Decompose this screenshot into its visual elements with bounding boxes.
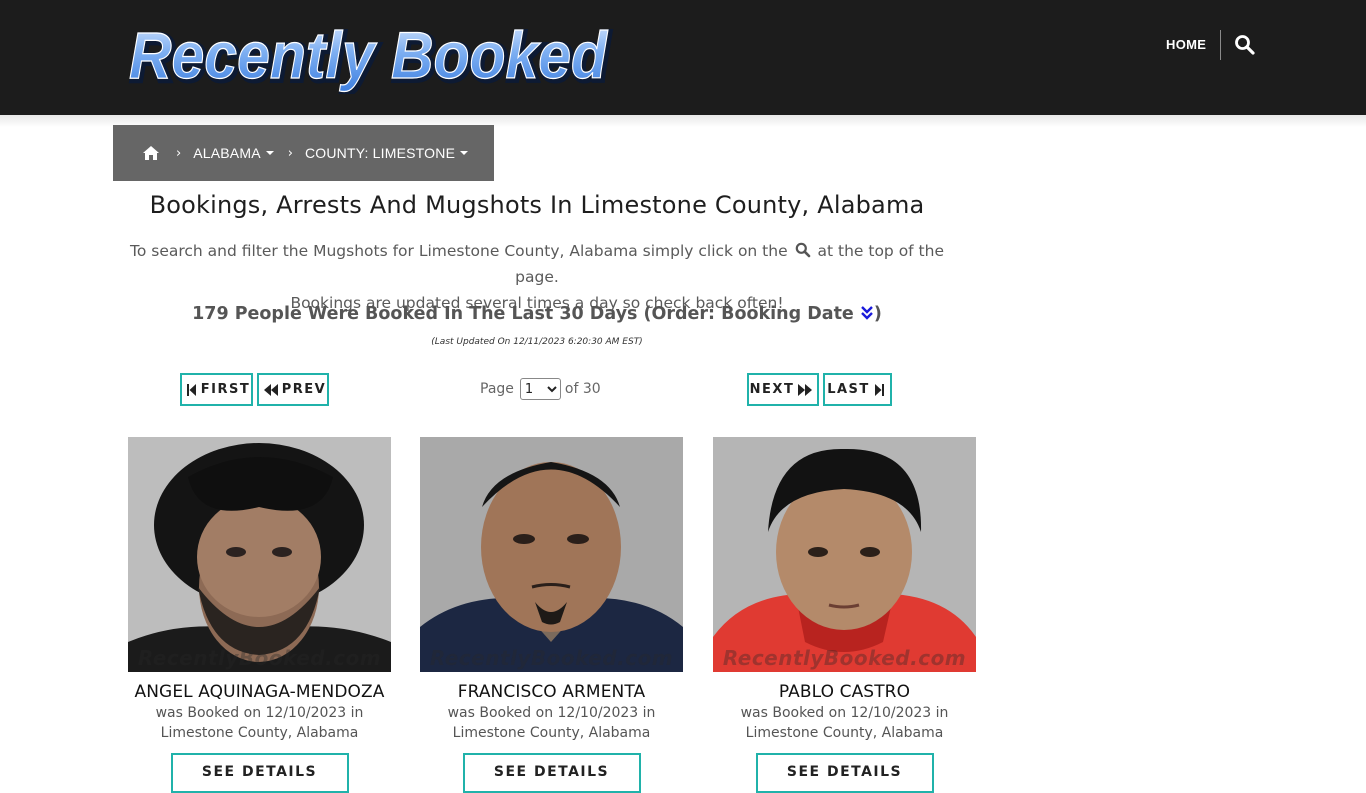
intro-text-part1: To search and filter the Mugshots for Li… <box>130 242 788 260</box>
page-select[interactable]: 1 <box>519 378 561 400</box>
nav-divider <box>1220 30 1221 60</box>
booking-date-line: was Booked on 12/10/2023 in <box>155 705 364 721</box>
booking-card: RecentlyBooked.com PABLO CASTRO was Book… <box>713 437 976 793</box>
prev-page-button[interactable]: PREV <box>257 373 329 406</box>
site-header: Recently Booked Recently Booked HOME <box>0 0 1366 115</box>
mugshot-photo[interactable]: RecentlyBooked.com <box>128 437 391 672</box>
booking-info: was Booked on 12/10/2023 in Limestone Co… <box>713 703 976 743</box>
caret-down-icon <box>460 151 469 155</box>
caret-down-icon <box>265 151 274 155</box>
rewind-icon <box>263 383 278 396</box>
booking-location-line: Limestone County, Alabama <box>452 725 651 741</box>
breadcrumb-county-label: COUNTY: LIMESTONE <box>304 145 456 161</box>
svg-text:Recently Booked: Recently Booked <box>129 18 608 92</box>
first-page-button[interactable]: FIRST <box>180 373 253 406</box>
watermark: RecentlyBooked.com <box>137 646 382 670</box>
first-page-label: FIRST <box>200 382 251 397</box>
see-details-button[interactable]: SEE DETAILS <box>170 753 349 793</box>
booking-location-line: Limestone County, Alabama <box>745 725 944 741</box>
breadcrumb: › ALABAMA › COUNTY: LIMESTONE <box>113 125 494 181</box>
person-name[interactable]: ANGEL AQUINAGA-MENDOZA <box>128 682 391 702</box>
last-updated: (Last Updated On 12/11/2023 6:20:30 AM E… <box>431 337 643 347</box>
chevron-right-icon: › <box>176 145 182 161</box>
breadcrumb-state-label: ALABAMA <box>193 145 261 161</box>
person-name[interactable]: PABLO CASTRO <box>713 682 976 702</box>
fast-forward-icon <box>798 383 813 396</box>
nav-home-link[interactable]: HOME <box>1166 36 1206 54</box>
booking-count-close: ) <box>873 304 882 324</box>
search-icon[interactable] <box>1234 34 1256 56</box>
page-title: Bookings, Arrests And Mugshots In Limest… <box>149 191 925 219</box>
watermark: RecentlyBooked.com <box>722 646 967 670</box>
see-details-button[interactable]: SEE DETAILS <box>755 753 934 793</box>
booking-date-line: was Booked on 12/10/2023 in <box>447 705 656 721</box>
booking-count-heading: 179 People Were Booked In The Last 30 Da… <box>113 304 961 324</box>
last-page-button[interactable]: LAST <box>823 373 892 406</box>
booking-date-line: was Booked on 12/10/2023 in <box>740 705 949 721</box>
last-page-label: LAST <box>827 382 870 397</box>
next-page-label: NEXT <box>749 382 795 397</box>
mugshot-photo[interactable]: RecentlyBooked.com <box>713 437 976 672</box>
home-icon[interactable] <box>142 145 160 161</box>
mugshot-photo[interactable]: RecentlyBooked.com <box>420 437 683 672</box>
booking-info: was Booked on 12/10/2023 in Limestone Co… <box>128 703 391 743</box>
last-page-icon <box>874 383 884 396</box>
see-details-button[interactable]: SEE DETAILS <box>462 753 641 793</box>
page-selector: Page 1 of 30 <box>480 377 601 401</box>
sort-order-icon[interactable] <box>860 305 874 321</box>
search-icon <box>795 240 811 258</box>
booking-info: was Booked on 12/10/2023 in Limestone Co… <box>420 703 683 743</box>
booking-count-text: 179 People Were Booked In The Last 30 Da… <box>192 304 854 324</box>
breadcrumb-state-dropdown[interactable]: ALABAMA <box>193 145 274 161</box>
watermark: RecentlyBooked.com <box>429 646 674 670</box>
site-logo[interactable]: Recently Booked Recently Booked <box>127 18 617 94</box>
prev-page-label: PREV <box>281 382 327 397</box>
first-page-icon <box>186 383 196 396</box>
booking-location-line: Limestone County, Alabama <box>160 725 359 741</box>
booking-card: RecentlyBooked.com ANGEL AQUINAGA-MENDOZ… <box>128 437 391 793</box>
page-label: Page <box>480 381 514 397</box>
person-name[interactable]: FRANCISCO ARMENTA <box>420 682 683 702</box>
chevron-right-icon: › <box>287 145 293 161</box>
breadcrumb-county-dropdown[interactable]: COUNTY: LIMESTONE <box>304 145 469 161</box>
page-total-label: of 30 <box>564 381 601 397</box>
next-page-button[interactable]: NEXT <box>747 373 819 406</box>
booking-card: RecentlyBooked.com FRANCISCO ARMENTA was… <box>420 437 683 793</box>
